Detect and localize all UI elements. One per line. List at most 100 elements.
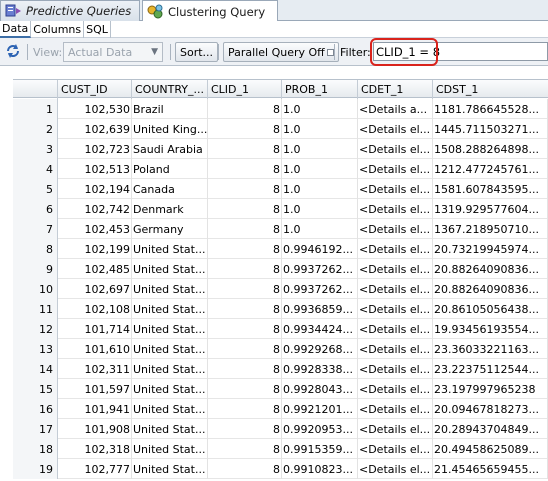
parallel-query-toggle[interactable]: Parallel Query Off bbox=[223, 42, 339, 62]
cell-clid[interactable]: 8 bbox=[208, 399, 282, 419]
cell-prob[interactable]: 0.9937262... bbox=[282, 259, 358, 279]
cell-clid[interactable]: 8 bbox=[208, 379, 282, 399]
cell-clid[interactable]: 8 bbox=[208, 119, 282, 139]
cell-cdet[interactable]: <Details el... bbox=[358, 119, 433, 139]
table-row[interactable]: 13 101,610 United Stat... 8 0.9929268... <Det… bbox=[13, 339, 548, 359]
cell-cdet[interactable]: <Details el... bbox=[358, 359, 433, 379]
cell-cdst[interactable]: 20.86105056438... bbox=[433, 299, 548, 319]
table-row[interactable]: 17 101,908 United Stat... 8 0.9920953... <Det… bbox=[13, 419, 548, 439]
cell-cust-id[interactable]: 102,777 bbox=[58, 459, 132, 479]
cell-clid[interactable]: 8 bbox=[208, 339, 282, 359]
subtab-data[interactable]: Data bbox=[0, 21, 32, 38]
cell-prob[interactable]: 1.0 bbox=[282, 179, 358, 199]
cell-clid[interactable]: 8 bbox=[208, 199, 282, 219]
cell-cdst[interactable]: 1445.711503271... bbox=[433, 119, 548, 139]
cell-prob[interactable]: 0.9915359... bbox=[282, 439, 358, 459]
cell-prob[interactable]: 0.9910823... bbox=[282, 459, 358, 479]
column-header-cdst[interactable]: CDST_1 bbox=[433, 80, 548, 99]
cell-cust-id[interactable]: 102,199 bbox=[58, 239, 132, 259]
cell-cust-id[interactable]: 101,610 bbox=[58, 339, 132, 359]
cell-cust-id[interactable]: 102,311 bbox=[58, 359, 132, 379]
cell-cdst[interactable]: 1508.288264898... bbox=[433, 139, 548, 159]
table-row[interactable]: 19 102,777 United Stat... 8 0.9910823... <Det… bbox=[13, 459, 548, 479]
cell-cdst[interactable]: 1181.786645528... bbox=[433, 99, 548, 119]
cell-clid[interactable]: 8 bbox=[208, 459, 282, 479]
cell-country[interactable]: Canada bbox=[132, 179, 208, 199]
cell-country[interactable]: United Stat... bbox=[132, 299, 208, 319]
cell-cdet[interactable]: <Details el... bbox=[358, 219, 433, 239]
cell-cdet[interactable]: <Details el... bbox=[358, 239, 433, 259]
cell-country[interactable]: Poland bbox=[132, 159, 208, 179]
cell-prob[interactable]: 1.0 bbox=[282, 99, 358, 119]
cell-country[interactable]: United Stat... bbox=[132, 259, 208, 279]
cell-country[interactable]: United Stat... bbox=[132, 419, 208, 439]
table-row[interactable]: 7 102,453 Germany 8 1.0 <Details el... 1367.21… bbox=[13, 219, 548, 239]
refresh-button[interactable] bbox=[4, 42, 22, 62]
column-header-cdet[interactable]: CDET_1 bbox=[358, 80, 433, 99]
cell-country[interactable]: United Stat... bbox=[132, 459, 208, 479]
cell-cust-id[interactable]: 101,597 bbox=[58, 379, 132, 399]
cell-cdst[interactable]: 19.93456193554... bbox=[433, 319, 548, 339]
cell-cust-id[interactable]: 101,941 bbox=[58, 399, 132, 419]
cell-prob[interactable]: 1.0 bbox=[282, 219, 358, 239]
cell-cdet[interactable]: <Details el... bbox=[358, 139, 433, 159]
view-select[interactable]: Actual Data ▼ bbox=[63, 42, 163, 62]
cell-country[interactable]: United Stat... bbox=[132, 379, 208, 399]
cell-cust-id[interactable]: 102,530 bbox=[58, 99, 132, 119]
cell-clid[interactable]: 8 bbox=[208, 439, 282, 459]
cell-country[interactable]: United Stat... bbox=[132, 439, 208, 459]
cell-cdst[interactable]: 1581.607843595... bbox=[433, 179, 548, 199]
cell-cdet[interactable]: <Details el... bbox=[358, 379, 433, 399]
cell-cdst[interactable]: 1367.218950710... bbox=[433, 219, 548, 239]
cell-clid[interactable]: 8 bbox=[208, 299, 282, 319]
cell-clid[interactable]: 8 bbox=[208, 99, 282, 119]
cell-cdet[interactable]: <Details el... bbox=[358, 459, 433, 479]
cell-cdst[interactable]: 20.73219945974... bbox=[433, 239, 548, 259]
cell-cdet[interactable]: <Details el... bbox=[358, 179, 433, 199]
column-header-prob[interactable]: PROB_1 bbox=[282, 80, 358, 99]
cell-cust-id[interactable]: 101,714 bbox=[58, 319, 132, 339]
cell-cdet[interactable]: <Details el... bbox=[358, 299, 433, 319]
cell-cdst[interactable]: 23.22375112544... bbox=[433, 359, 548, 379]
cell-prob[interactable]: 1.0 bbox=[282, 159, 358, 179]
cell-cdet[interactable]: <Details el... bbox=[358, 259, 433, 279]
cell-country[interactable]: Denmark bbox=[132, 199, 208, 219]
cell-country[interactable]: United Stat... bbox=[132, 319, 208, 339]
cell-prob[interactable]: 0.9937262... bbox=[282, 279, 358, 299]
cell-prob[interactable]: 0.9928043... bbox=[282, 379, 358, 399]
table-row[interactable]: 8 102,199 United Stat... 8 0.9946192... <Deta… bbox=[13, 239, 548, 259]
cell-cdst[interactable]: 23.197997965238 bbox=[433, 379, 548, 399]
table-row[interactable]: 3 102,723 Saudi Arabia 8 1.0 <Details el... 15… bbox=[13, 139, 548, 159]
cell-prob[interactable]: 1.0 bbox=[282, 199, 358, 219]
column-header-clid[interactable]: CLID_1 bbox=[208, 80, 282, 99]
cell-clid[interactable]: 8 bbox=[208, 259, 282, 279]
cell-cust-id[interactable]: 102,742 bbox=[58, 199, 132, 219]
cell-clid[interactable]: 8 bbox=[208, 159, 282, 179]
cell-cdst[interactable]: 20.88264090836... bbox=[433, 259, 548, 279]
table-row[interactable]: 16 101,941 United Stat... 8 0.9921201... <Det… bbox=[13, 399, 548, 419]
cell-cdet[interactable]: <Details el... bbox=[358, 339, 433, 359]
cell-cust-id[interactable]: 101,908 bbox=[58, 419, 132, 439]
cell-country[interactable]: Brazil bbox=[132, 99, 208, 119]
cell-country[interactable]: Germany bbox=[132, 219, 208, 239]
subtab-sql[interactable]: SQL bbox=[84, 21, 111, 38]
cell-cdst[interactable]: 1319.929577604... bbox=[433, 199, 548, 219]
cell-cdst[interactable]: 20.49458625089... bbox=[433, 439, 548, 459]
table-row[interactable]: 18 102,318 United Stat... 8 0.9915359... <Det… bbox=[13, 439, 548, 459]
cell-cust-id[interactable]: 102,108 bbox=[58, 299, 132, 319]
cell-cdet[interactable]: <Details el... bbox=[358, 279, 433, 299]
cell-country[interactable]: United Stat... bbox=[132, 339, 208, 359]
cell-clid[interactable]: 8 bbox=[208, 319, 282, 339]
cell-country[interactable]: United Stat... bbox=[132, 399, 208, 419]
tab-predictive-queries[interactable]: Predictive Queries bbox=[0, 0, 140, 21]
column-header-country[interactable]: COUNTRY_... bbox=[132, 80, 208, 99]
cell-prob[interactable]: 0.9936859... bbox=[282, 299, 358, 319]
cell-country[interactable]: United Stat... bbox=[132, 359, 208, 379]
table-row[interactable]: 11 102,108 United Stat... 8 0.9936859... <Det… bbox=[13, 299, 548, 319]
tab-clustering-query[interactable]: Clustering Query bbox=[142, 0, 278, 22]
cell-country[interactable]: United King... bbox=[132, 119, 208, 139]
cell-clid[interactable]: 8 bbox=[208, 179, 282, 199]
table-row[interactable]: 10 102,697 United Stat... 8 0.9937262... <Det… bbox=[13, 279, 548, 299]
table-row[interactable]: 9 102,485 United Stat... 8 0.9937262... <Deta… bbox=[13, 259, 548, 279]
cell-cdst[interactable]: 20.88264090836... bbox=[433, 279, 548, 299]
